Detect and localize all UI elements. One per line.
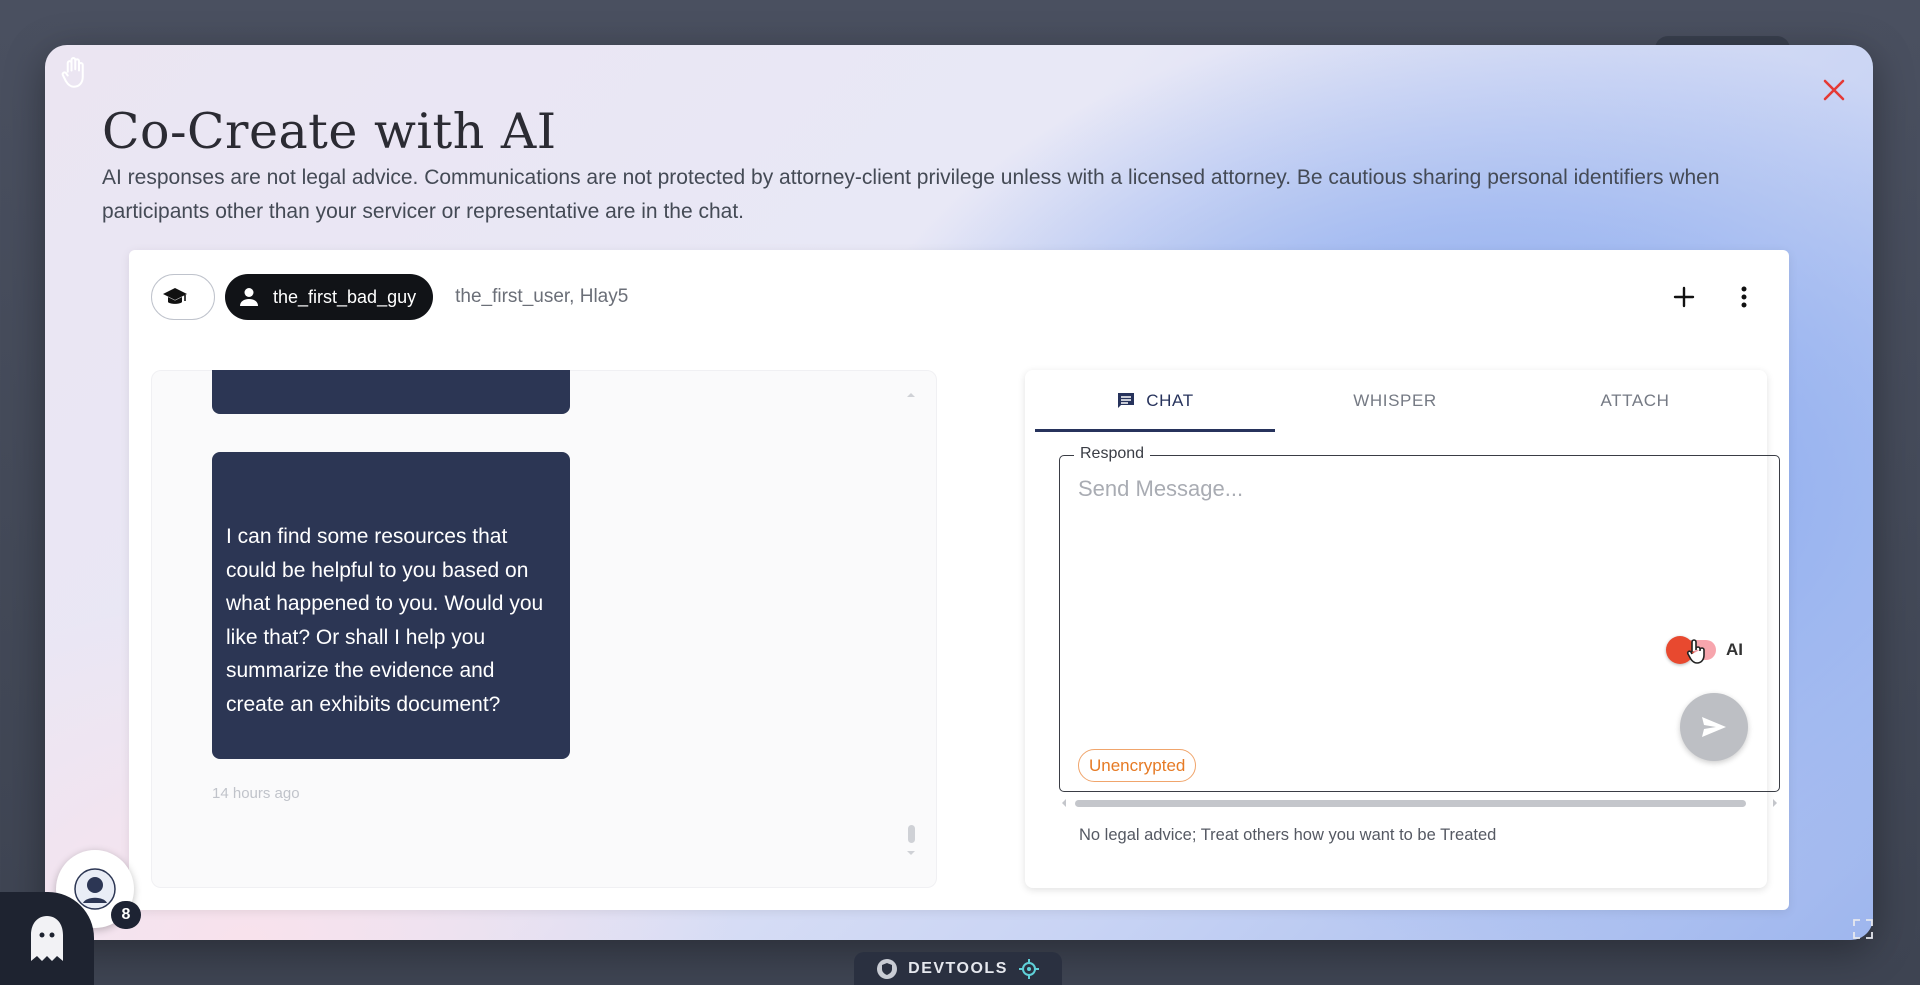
assistant-launcher-button[interactable] [0, 892, 94, 985]
scroll-down-arrow-icon[interactable] [905, 848, 917, 858]
ai-mode-toggle[interactable] [151, 274, 215, 320]
tab-attach[interactable]: ATTACH [1515, 370, 1755, 432]
shield-icon [877, 958, 898, 979]
crosshair-icon [1018, 958, 1039, 979]
fullscreen-icon[interactable] [1852, 918, 1874, 940]
graduation-cap-icon [160, 282, 190, 312]
message-timestamp: 14 hours ago [212, 785, 300, 802]
ai-switch-label: AI [1726, 640, 1743, 659]
chat-icon [1118, 393, 1135, 408]
message-input[interactable] [1078, 476, 1758, 626]
notification-count-badge: 8 [111, 901, 141, 929]
ai-disclaimer: AI responses are not legal advice. Commu… [102, 166, 1720, 223]
ghost-icon [31, 915, 63, 961]
vertical-scrollbar[interactable] [908, 825, 915, 843]
active-user-chip[interactable]: the_first_bad_guy [225, 274, 434, 320]
horizontal-scrollbar[interactable] [1059, 797, 1780, 809]
previous-message-bubble [212, 370, 570, 414]
send-button[interactable] [1680, 693, 1748, 761]
tab-whisper-label: WHISPER [1353, 391, 1437, 410]
active-user-name: the_first_bad_guy [273, 286, 417, 307]
tab-whisper[interactable]: WHISPER [1275, 370, 1515, 432]
close-button[interactable] [1817, 73, 1851, 107]
devtools-tab[interactable]: DEVTOOLS [854, 952, 1062, 985]
more-options-button[interactable] [1729, 282, 1759, 312]
co-create-modal: Co-Create with AI AI responses are not l… [45, 45, 1873, 940]
page-title: Co-Create with AI [102, 103, 557, 160]
horizontal-scroll-thumb[interactable] [1075, 800, 1746, 807]
close-icon [1823, 79, 1845, 101]
plus-icon [1673, 286, 1695, 308]
respond-field: Respond AI Unencrypted [1059, 445, 1780, 792]
scroll-up-arrow-icon[interactable] [905, 390, 917, 400]
person-icon [240, 288, 258, 306]
tab-chat-label: CHAT [1146, 391, 1194, 410]
tab-chat[interactable]: CHAT [1035, 370, 1275, 432]
composer-footer-note: No legal advice; Treat others how you wa… [1079, 826, 1497, 844]
message-history[interactable]: I can find some resources that could be … [151, 370, 937, 888]
composer-pane: CHAT WHISPER ATTACH Respond Send Message… [1025, 370, 1780, 888]
respond-label: Respond [1074, 445, 1151, 463]
scroll-left-arrow-icon[interactable] [1059, 798, 1069, 808]
hand-grab-icon[interactable] [59, 55, 89, 91]
ai-message-bubble: I can find some resources that could be … [212, 452, 570, 759]
chat-header: the_first_bad_guy the_first_user, Hlay5 [151, 274, 1759, 320]
chat-panel: the_first_bad_guy the_first_user, Hlay5 … [129, 250, 1789, 910]
participants-list: the_first_user, Hlay5 [455, 286, 629, 307]
ai-switch-track [1666, 636, 1716, 664]
tab-attach-label: ATTACH [1600, 391, 1670, 410]
scroll-right-arrow-icon[interactable] [1770, 798, 1780, 808]
send-icon [1702, 717, 1726, 737]
devtools-label: DEVTOOLS [908, 959, 1008, 977]
ai-switch[interactable]: AI [1666, 636, 1743, 664]
more-vert-icon [1741, 286, 1747, 308]
encryption-status-badge: Unencrypted [1078, 749, 1197, 782]
pointer-hand-icon [1686, 639, 1705, 664]
composer-tabs: CHAT WHISPER ATTACH [1035, 370, 1755, 432]
add-button[interactable] [1669, 282, 1699, 312]
